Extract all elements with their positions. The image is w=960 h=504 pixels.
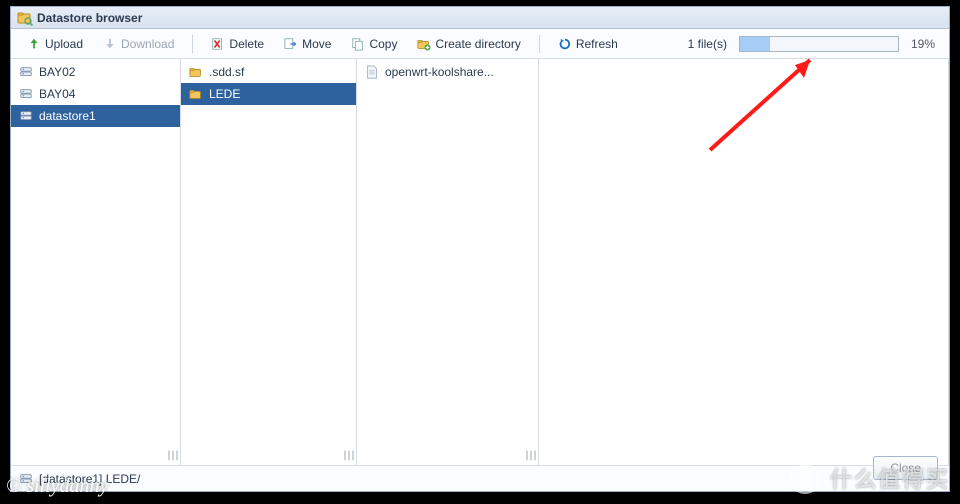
datastore-row-icon — [19, 65, 33, 79]
datastore-row-label: datastore1 — [39, 109, 96, 123]
folder-row-label: LEDE — [209, 87, 240, 101]
folder-row-icon — [189, 65, 203, 79]
datastore-row[interactable]: BAY04 — [11, 83, 180, 105]
delete-icon — [211, 37, 225, 51]
column-preview — [539, 59, 949, 465]
column-resize-handle[interactable]: ||| — [166, 450, 178, 461]
download-label: Download — [121, 37, 174, 51]
delete-label: Delete — [229, 37, 264, 51]
refresh-button[interactable]: Refresh — [550, 34, 626, 54]
toolbar: Upload Download Delete Move — [11, 29, 949, 59]
datastore-row-icon — [19, 109, 33, 123]
move-icon — [284, 37, 298, 51]
window-title: Datastore browser — [37, 11, 142, 25]
move-label: Move — [302, 37, 331, 51]
datastore-row-label: BAY02 — [39, 65, 75, 79]
upload-progress-bar — [740, 37, 770, 51]
file-row-label: openwrt-koolshare... — [385, 65, 494, 79]
copy-label: Copy — [369, 37, 397, 51]
copy-button[interactable]: Copy — [343, 34, 405, 54]
download-icon — [103, 37, 117, 51]
folder-row[interactable]: LEDE — [181, 83, 356, 105]
datastore-row[interactable]: BAY02 — [11, 61, 180, 83]
delete-button[interactable]: Delete — [203, 34, 272, 54]
upload-progress-pct: 19% — [911, 37, 935, 51]
watermark-badge: 值 — [790, 464, 820, 494]
upload-button[interactable]: Upload — [19, 34, 91, 54]
column-folders-1: .sdd.sf LEDE ||| — [181, 59, 357, 465]
upload-progress — [739, 36, 899, 52]
file-count: 1 file(s) — [688, 37, 727, 51]
folder-plus-icon — [417, 37, 431, 51]
folder-row[interactable]: .sdd.sf — [181, 61, 356, 83]
datastore-browser-window: Datastore browser Upload Download — [10, 6, 950, 492]
create-directory-button[interactable]: Create directory — [409, 34, 528, 54]
file-row[interactable]: openwrt-koolshare... — [357, 61, 538, 83]
toolbar-separator — [192, 35, 193, 53]
move-button[interactable]: Move — [276, 34, 339, 54]
column-datastores: BAY02 BAY04 datastore1 ||| — [11, 59, 181, 465]
upload-icon — [27, 37, 41, 51]
upload-label: Upload — [45, 37, 83, 51]
folder-search-icon — [17, 10, 33, 26]
refresh-label: Refresh — [576, 37, 618, 51]
column-resize-handle[interactable]: ||| — [524, 450, 536, 461]
titlebar: Datastore browser — [11, 7, 949, 29]
column-files: openwrt-koolshare... ||| — [357, 59, 539, 465]
watermark-site: 什么值得买 — [830, 462, 950, 494]
folder-row-label: .sdd.sf — [209, 65, 244, 79]
folder-row-icon — [189, 87, 203, 101]
copy-icon — [351, 37, 365, 51]
watermark-author: © sillydanny — [6, 475, 108, 498]
datastore-row-icon — [19, 87, 33, 101]
refresh-icon — [558, 37, 572, 51]
file-row-icon — [365, 65, 379, 79]
datastore-row[interactable]: datastore1 — [11, 105, 180, 127]
create-directory-label: Create directory — [435, 37, 520, 51]
download-button[interactable]: Download — [95, 34, 182, 54]
column-resize-handle[interactable]: ||| — [342, 450, 354, 461]
toolbar-separator — [539, 35, 540, 53]
datastore-row-label: BAY04 — [39, 87, 75, 101]
columns-area: BAY02 BAY04 datastore1 ||| .sdd.sf LEDE |||… — [11, 59, 949, 465]
